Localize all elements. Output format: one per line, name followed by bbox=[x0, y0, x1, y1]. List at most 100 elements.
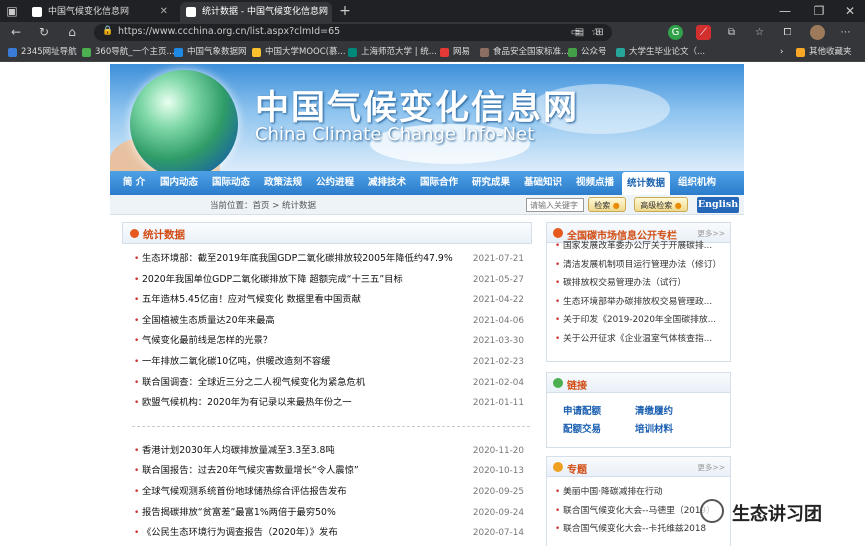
bookmark-item[interactable]: 中国大学MOOC(慕... bbox=[252, 46, 346, 59]
link-training[interactable]: 培训材料 bbox=[635, 421, 673, 435]
new-tab-button[interactable]: + bbox=[336, 2, 354, 20]
browser-tab-1[interactable]: 中国气候变化信息网 ✕ bbox=[26, 2, 174, 22]
refresh-icon[interactable]: ↻ bbox=[34, 22, 54, 43]
list-item[interactable]: • 关于印发《2019-2020年全国碳排放... bbox=[555, 311, 724, 330]
news-title[interactable]: 全球气候观测系统首份地球储热综合评估报告发布 bbox=[142, 482, 347, 503]
back-icon[interactable]: ← bbox=[6, 22, 26, 43]
bookmark-item[interactable]: 上海师范大学 | 统... bbox=[348, 46, 437, 59]
list-item[interactable]: • 2020年我国单位GDP二氧化碳排放下降 超额完成“十三五”目标 2021-05… bbox=[122, 270, 532, 291]
link-apply-quota[interactable]: 申请配额 bbox=[563, 403, 601, 417]
nav-basics[interactable]: 基础知识 bbox=[520, 171, 566, 195]
window-menu-icon[interactable]: ▣ bbox=[4, 0, 20, 22]
list-item[interactable]: • 欧盟气候机构：2020年为有记录以来最热年份之一 2021-01-11 bbox=[122, 393, 532, 414]
item-title[interactable]: 关于公开征求《企业温室气体核查指... bbox=[563, 334, 712, 344]
qr-code-icon[interactable]: ⊞ bbox=[592, 25, 607, 40]
list-item[interactable]: • 联合国气候变化大会--卡托维兹2018 bbox=[555, 520, 724, 539]
bookmark-item[interactable]: 360导航_一个主页... bbox=[82, 46, 175, 59]
list-item[interactable]: • 生态环境部举办碳排放权交易管理政... bbox=[555, 293, 724, 312]
nav-research[interactable]: 研究成果 bbox=[468, 171, 514, 195]
bookmark-item[interactable]: 大学生毕业论文（... bbox=[616, 46, 705, 59]
advanced-search-button[interactable]: 高级检索 ● bbox=[634, 197, 688, 212]
item-title[interactable]: 美丽中国·降碳减排在行动 bbox=[563, 487, 663, 497]
item-title[interactable]: 关于印发《2019-2020年全国碳排放... bbox=[563, 315, 716, 325]
news-title[interactable]: 《公民生态环境行为调查报告（2020年）》发布 bbox=[142, 523, 338, 544]
nav-tech[interactable]: 减排技术 bbox=[364, 171, 410, 195]
item-title[interactable]: 生态环境部举办碳排放权交易管理政... bbox=[563, 297, 712, 307]
extensions-icon[interactable]: ⧉ bbox=[724, 25, 739, 40]
news-title[interactable]: 气候变化最前线是怎样的光景？ bbox=[142, 331, 272, 352]
list-item[interactable]: • 全国植被生态质量达20年来最高 2021-04-06 bbox=[122, 311, 532, 332]
news-title[interactable]: 生态环境部：截至2019年底我国GDP二氧化碳排放较2005年降低约47.9% bbox=[142, 249, 453, 270]
list-item[interactable]: • 碳排放权交易管理办法（试行） bbox=[555, 274, 724, 293]
other-favorites-folder[interactable]: 其他收藏夹 bbox=[796, 46, 852, 59]
bookmark-item[interactable]: 网易 bbox=[440, 46, 470, 59]
nav-policy[interactable]: 政策法规 bbox=[260, 171, 306, 195]
nav-cooperation[interactable]: 国际合作 bbox=[416, 171, 462, 195]
search-button[interactable]: 检索 ● bbox=[588, 197, 626, 212]
list-item[interactable]: • 香港计划2030年人均碳排放量减至3.3至3.8吨 2020-11-20 bbox=[122, 441, 532, 462]
home-icon[interactable]: ⌂ bbox=[62, 22, 82, 43]
app-available-icon[interactable]: ▤ bbox=[572, 25, 587, 40]
nav-domestic[interactable]: 国内动态 bbox=[156, 171, 202, 195]
minimize-icon[interactable]: — bbox=[770, 0, 800, 22]
list-item[interactable]: • 联合国调查：全球近三分之二人视气候变化为紧急危机 2021-02-04 bbox=[122, 373, 532, 394]
list-item[interactable]: • 五年造林5.45亿亩！应对气候变化 数据里看中国贡献 2021-04-22 bbox=[122, 290, 532, 311]
nav-organization[interactable]: 组织机构 bbox=[674, 171, 720, 195]
list-item[interactable]: • 美丽中国·降碳减排在行动 bbox=[555, 483, 724, 502]
news-title[interactable]: 联合国报告：过去20年气候灾害数量增长“令人震惊” bbox=[142, 461, 359, 482]
news-title[interactable]: 全国植被生态质量达20年来最高 bbox=[142, 311, 275, 332]
list-item[interactable]: • 国家发展改革委办公厅关于开展碳排... bbox=[555, 237, 724, 256]
item-title[interactable]: 联合国气候变化大会--马德里（2019） bbox=[563, 506, 715, 516]
news-date: 2021-02-04 bbox=[472, 377, 524, 388]
bookmark-label: 2345网址导航 bbox=[21, 47, 77, 57]
more-link[interactable]: 更多>> bbox=[697, 462, 725, 473]
bookmark-item[interactable]: 中国气象数据网 bbox=[174, 46, 247, 59]
news-title[interactable]: 一年排放二氧化碳10亿吨，供暖改造刻不容缓 bbox=[142, 352, 330, 373]
list-item[interactable]: • 生态环境部：截至2019年底我国GDP二氧化碳排放较2005年降低约47.9%… bbox=[122, 249, 532, 270]
url-field[interactable]: 🔒 https://www.ccchina.org.cn/list.aspx?c… bbox=[94, 24, 612, 41]
nav-intro[interactable]: 简 介 bbox=[114, 171, 154, 195]
news-title[interactable]: 2020年我国单位GDP二氧化碳排放下降 超额完成“十三五”目标 bbox=[142, 270, 403, 291]
item-title[interactable]: 国家发展改革委办公厅关于开展碳排... bbox=[563, 241, 712, 251]
favorites-icon[interactable]: ☆ bbox=[752, 25, 767, 40]
news-title[interactable]: 五年造林5.45亿亩！应对气候变化 数据里看中国贡献 bbox=[142, 290, 361, 311]
pdf-extension-icon[interactable]: ⟋ bbox=[696, 25, 711, 40]
news-title[interactable]: 联合国调查：全球近三分之二人视气候变化为紧急危机 bbox=[142, 373, 365, 394]
more-menu-icon[interactable]: ⋯ bbox=[838, 25, 853, 40]
list-item[interactable]: • 报告揭碳排放“贫富差”最富1%两倍于最穷50% 2020-09-24 bbox=[122, 503, 532, 524]
bookmark-item[interactable]: 食品安全国家标准... bbox=[480, 46, 569, 59]
grammarly-icon[interactable]: G bbox=[668, 25, 683, 40]
bookmark-item[interactable]: 公众号 bbox=[568, 46, 607, 59]
search-input[interactable] bbox=[526, 198, 584, 212]
list-item[interactable]: • 联合国气候变化大会--马德里（2019） bbox=[555, 502, 724, 521]
news-title[interactable]: 欧盟气候机构：2020年为有记录以来最热年份之一 bbox=[142, 393, 352, 414]
item-title[interactable]: 清洁发展机制项目运行管理办法（修订） bbox=[563, 260, 721, 270]
close-window-icon[interactable]: ✕ bbox=[836, 0, 864, 22]
list-item[interactable]: • 关于公开征求《企业温室气体核查指... bbox=[555, 330, 724, 349]
link-compliance[interactable]: 清缴履约 bbox=[635, 403, 673, 417]
list-item[interactable]: • 气候变化最前线是怎样的光景？ 2021-03-30 bbox=[122, 331, 532, 352]
close-tab-icon[interactable]: ✕ bbox=[160, 2, 168, 22]
news-title[interactable]: 报告揭碳排放“贫富差”最富1%两倍于最穷50% bbox=[142, 503, 336, 524]
nav-statistics[interactable]: 统计数据 bbox=[622, 172, 670, 195]
news-title[interactable]: 香港计划2030年人均碳排放量减至3.3至3.8吨 bbox=[142, 441, 335, 462]
restore-icon[interactable]: ❐ bbox=[804, 0, 834, 22]
collections-icon[interactable]: ⧠ bbox=[780, 25, 795, 40]
profile-avatar[interactable] bbox=[810, 25, 825, 40]
list-item[interactable]: • 全球气候观测系统首份地球储热综合评估报告发布 2020-09-25 bbox=[122, 482, 532, 503]
list-item[interactable]: • 《公民生态环境行为调查报告（2020年）》发布 2020-07-14 bbox=[122, 523, 532, 544]
link-quota-trading[interactable]: 配额交易 bbox=[563, 421, 601, 435]
close-tab-icon[interactable]: ✕ bbox=[318, 2, 326, 22]
bookmarks-overflow-chevron-icon[interactable]: › bbox=[780, 46, 783, 59]
list-item[interactable]: • 联合国报告：过去20年气候灾害数量增长“令人震惊” 2020-10-13 bbox=[122, 461, 532, 482]
browser-tab-2[interactable]: 统计数据 - 中国气候变化信息网 ✕ bbox=[180, 2, 332, 22]
list-item[interactable]: • 清洁发展机制项目运行管理办法（修订） bbox=[555, 256, 724, 275]
item-title[interactable]: 联合国气候变化大会--卡托维兹2018 bbox=[563, 524, 706, 534]
nav-international[interactable]: 国际动态 bbox=[208, 171, 254, 195]
item-title[interactable]: 碳排放权交易管理办法（试行） bbox=[563, 278, 686, 288]
bookmark-item[interactable]: 2345网址导航 bbox=[8, 46, 77, 59]
english-button[interactable]: English bbox=[697, 197, 739, 213]
list-item[interactable]: • 一年排放二氧化碳10亿吨，供暖改造刻不容缓 2021-02-23 bbox=[122, 352, 532, 373]
nav-convention[interactable]: 公约进程 bbox=[312, 171, 358, 195]
nav-video[interactable]: 视频点播 bbox=[572, 171, 618, 195]
